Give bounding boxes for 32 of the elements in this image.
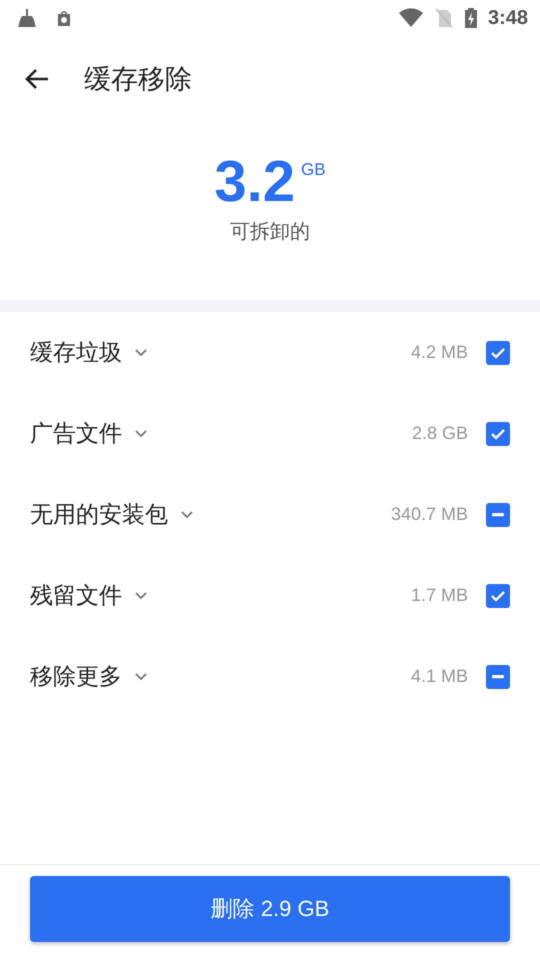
chevron-down-icon[interactable]	[134, 672, 148, 682]
size-unit: GB	[301, 160, 326, 180]
category-label[interactable]: 缓存垃圾	[30, 337, 122, 368]
chevron-down-icon[interactable]	[134, 590, 148, 600]
category-size: 1.7 MB	[410, 585, 468, 606]
category-label[interactable]: 残留文件	[30, 580, 122, 611]
checkbox[interactable]	[486, 502, 510, 526]
category-size: 4.2 MB	[410, 342, 468, 363]
category-label[interactable]: 广告文件	[30, 418, 122, 449]
back-icon[interactable]	[24, 67, 50, 91]
wifi-icon	[398, 8, 424, 28]
category-size: 340.7 MB	[390, 504, 468, 525]
size-amount: 3.2	[214, 150, 296, 214]
chevron-down-icon[interactable]	[134, 348, 148, 358]
no-sim-icon	[434, 7, 454, 29]
chevron-down-icon[interactable]	[134, 428, 148, 438]
checkbox[interactable]	[486, 422, 510, 446]
chevron-down-icon[interactable]	[180, 510, 194, 520]
shopping-bag-icon	[56, 9, 72, 27]
checkbox[interactable]	[486, 340, 510, 364]
size-caption: 可拆卸的	[230, 220, 310, 245]
battery-charging-icon	[464, 7, 478, 29]
category-size: 4.1 MB	[410, 666, 468, 687]
category-size: 2.8 GB	[412, 423, 468, 444]
checkbox[interactable]	[486, 664, 510, 688]
clock: 3:48	[488, 6, 528, 30]
checkbox[interactable]	[486, 584, 510, 608]
broom-icon	[16, 7, 38, 29]
page-title: 缓存移除	[84, 63, 192, 96]
category-label[interactable]: 移除更多	[30, 661, 122, 692]
delete-button[interactable]: 删除 2.9 GB	[30, 876, 510, 942]
category-label[interactable]: 无用的安装包	[30, 499, 168, 530]
